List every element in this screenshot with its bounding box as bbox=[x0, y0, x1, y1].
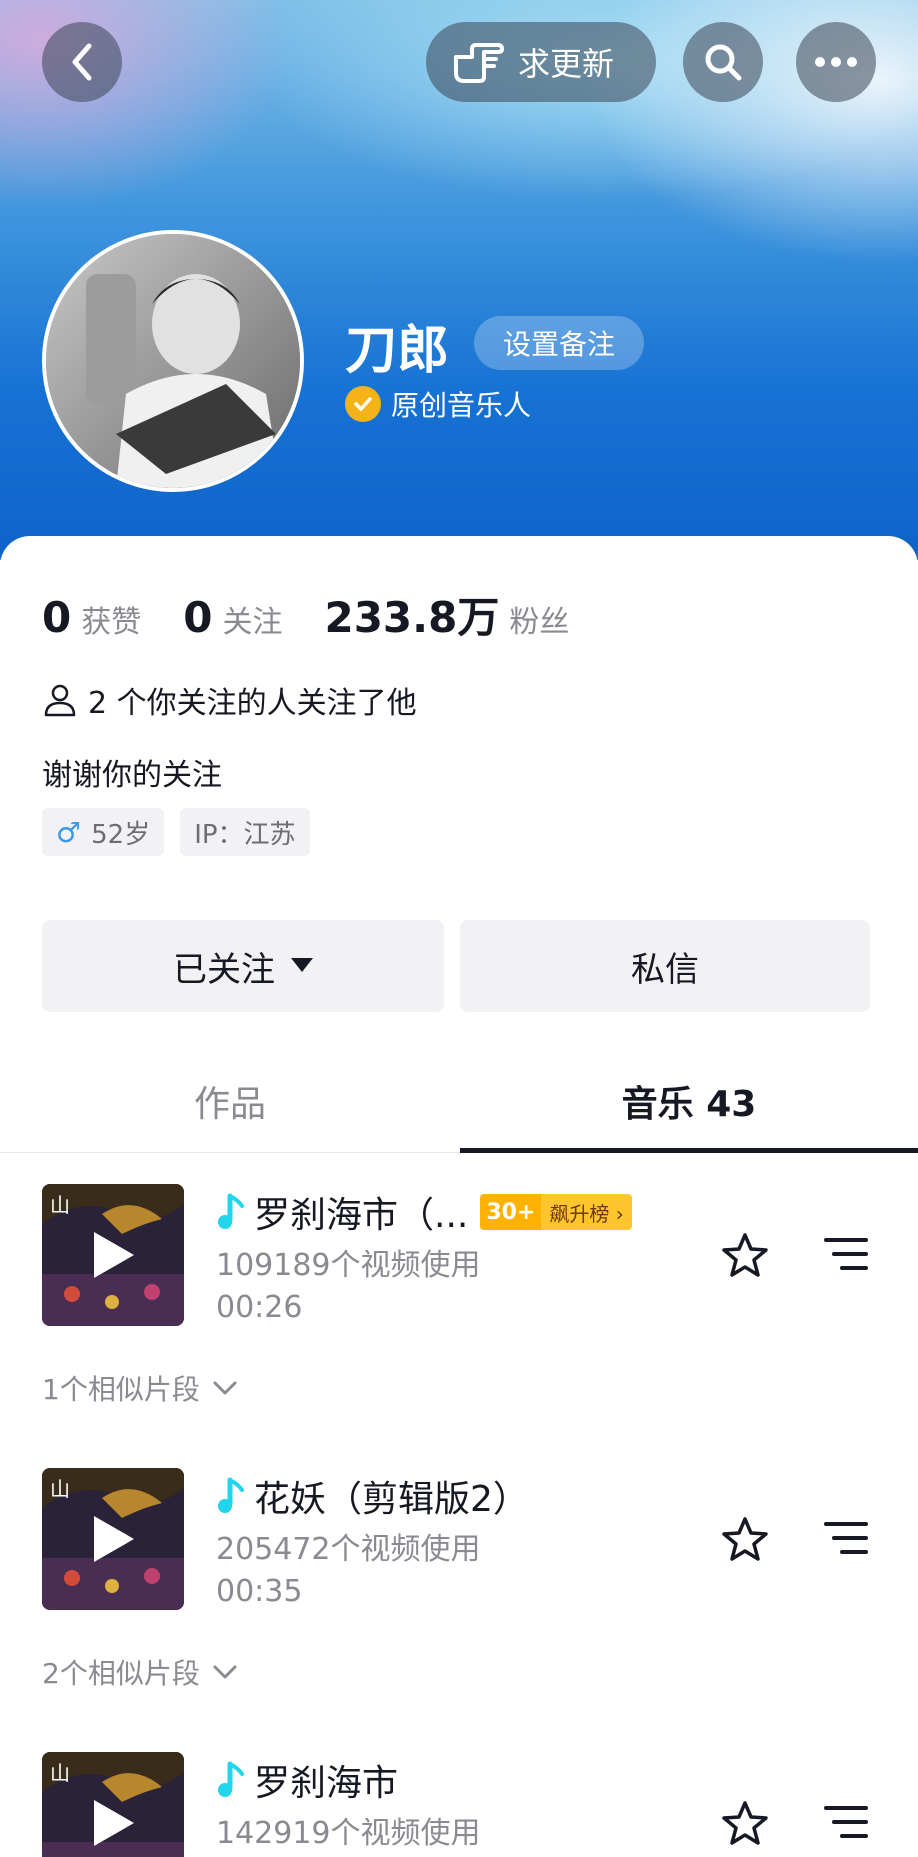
following-count[interactable]: 0 bbox=[183, 593, 212, 642]
tab-active-indicator bbox=[460, 1148, 918, 1153]
likes-label: 获赞 bbox=[81, 605, 142, 640]
song-usage: 109189个视频使用 bbox=[216, 1248, 481, 1283]
music-note-icon bbox=[218, 1477, 244, 1513]
badge-text: 飙升榜 › bbox=[549, 1201, 624, 1226]
search-icon bbox=[705, 44, 742, 81]
song-title: 花妖（剪辑版2） bbox=[254, 1479, 529, 1520]
song-usage: 205472个视频使用 bbox=[216, 1532, 481, 1567]
music-note-icon bbox=[218, 1193, 244, 1229]
cover-lettering: 山 bbox=[50, 1193, 70, 1217]
more-button[interactable] bbox=[796, 22, 876, 102]
similar-clips-toggle[interactable]: 1个相似片段 bbox=[42, 1368, 238, 1408]
person-icon bbox=[44, 684, 76, 717]
verified-check-icon bbox=[345, 386, 381, 422]
tab-music[interactable]: 音乐 43 bbox=[460, 1058, 918, 1144]
fans-count[interactable]: 233.8万 bbox=[324, 584, 499, 645]
fans-label[interactable]: 粉丝 bbox=[509, 597, 569, 641]
song-title: 罗刹海市 bbox=[254, 1763, 399, 1804]
age-label: 52岁 bbox=[91, 819, 151, 850]
music-note-icon bbox=[218, 1761, 244, 1797]
chevron-down-icon bbox=[213, 1381, 237, 1395]
tab-works[interactable]: 作品 bbox=[0, 1058, 460, 1144]
song-title-row: 罗刹海市（... 30+ 飙升榜 › bbox=[216, 1186, 632, 1238]
profile-name: 刀郎 bbox=[345, 321, 450, 381]
song-title-row: 罗刹海市 bbox=[216, 1754, 398, 1806]
playlist-menu-icon[interactable] bbox=[822, 1234, 870, 1274]
set-remark-button[interactable]: 设置备注 bbox=[474, 316, 644, 370]
tags-row: ♂ 52岁 IP：江苏 bbox=[42, 808, 326, 856]
request-update-label: 求更新 bbox=[518, 45, 615, 83]
song-duration: 00:35 bbox=[216, 1574, 303, 1609]
chevron-left-icon bbox=[72, 43, 92, 81]
song-title: 罗刹海市（... bbox=[254, 1195, 469, 1236]
badge-rank: 30+ bbox=[480, 1194, 542, 1230]
cover-lettering: 山 bbox=[50, 1477, 70, 1501]
song-usage: 142919个视频使用 bbox=[216, 1816, 481, 1851]
mutual-follow-text: 2 个你关注的人关注了他 bbox=[88, 686, 417, 721]
ip-tag: IP：江苏 bbox=[180, 808, 310, 856]
avatar[interactable] bbox=[42, 230, 304, 492]
back-button[interactable] bbox=[42, 22, 122, 102]
message-label: 私信 bbox=[631, 949, 699, 990]
chevron-down-icon bbox=[213, 1665, 237, 1679]
song-cover[interactable]: 山 bbox=[42, 1752, 184, 1857]
song-cover[interactable]: 山 bbox=[42, 1184, 184, 1326]
playlist-menu-icon[interactable] bbox=[822, 1802, 870, 1842]
similar-clips-label: 2个相似片段 bbox=[42, 1657, 200, 1690]
favorite-star-icon[interactable] bbox=[722, 1232, 768, 1278]
verification-row: 原创音乐人 bbox=[345, 384, 531, 424]
message-button[interactable]: 私信 bbox=[460, 920, 870, 1012]
profile-header: 求更新 刀郎 设置备注 原创音乐人 bbox=[0, 0, 918, 560]
mutual-follow-row[interactable]: 2 个你关注的人关注了他 bbox=[42, 678, 417, 722]
followed-button[interactable]: 已关注 bbox=[42, 920, 444, 1012]
rising-chart-badge[interactable]: 30+ 飙升榜 › bbox=[480, 1194, 632, 1230]
search-button[interactable] bbox=[683, 22, 763, 102]
song-item[interactable]: 山 罗刹海市 142919个视频使用 bbox=[0, 1752, 918, 1857]
verification-label: 原创音乐人 bbox=[391, 389, 532, 422]
male-icon: ♂ bbox=[56, 815, 82, 849]
profile-card: 0 获赞 0 关注 233.8万 粉丝 2 个你关注的人关注了他 谢谢你的关注 … bbox=[0, 536, 918, 1857]
favorite-star-icon[interactable] bbox=[722, 1516, 768, 1562]
avatar-photo-icon bbox=[46, 234, 300, 488]
caret-down-icon bbox=[291, 958, 313, 972]
song-item[interactable]: 山 花妖（剪辑版2） 205472个视频使用 00:35 2个相似片段 bbox=[0, 1468, 918, 1728]
tab-works-label: 作品 bbox=[193, 1084, 266, 1125]
age-tag: ♂ 52岁 bbox=[42, 808, 165, 856]
similar-clips-label: 1个相似片段 bbox=[42, 1373, 200, 1406]
request-update-button[interactable]: 求更新 bbox=[426, 22, 656, 102]
song-cover[interactable]: 山 bbox=[42, 1468, 184, 1610]
playlist-menu-icon[interactable] bbox=[822, 1518, 870, 1558]
following-label[interactable]: 关注 bbox=[222, 597, 282, 641]
tab-music-label: 音乐 43 bbox=[621, 1084, 757, 1125]
song-item[interactable]: 山 罗刹海市（... 30+ 飙升榜 › 109189个视频使用 00:26 1… bbox=[0, 1184, 918, 1444]
song-title-row: 花妖（剪辑版2） bbox=[216, 1470, 529, 1522]
similar-clips-toggle[interactable]: 2个相似片段 bbox=[42, 1652, 238, 1692]
likes-count: 0 bbox=[42, 593, 72, 642]
bio: 谢谢你的关注 bbox=[42, 758, 222, 793]
stats-row: 0 获赞 0 关注 233.8万 粉丝 bbox=[42, 584, 611, 645]
song-duration: 00:26 bbox=[216, 1290, 303, 1325]
more-dots-icon bbox=[815, 57, 857, 67]
followed-label: 已关注 bbox=[173, 949, 275, 990]
cover-lettering: 山 bbox=[50, 1761, 70, 1785]
hand-point-icon bbox=[454, 43, 504, 83]
favorite-star-icon[interactable] bbox=[722, 1800, 768, 1846]
ip-label: IP：江苏 bbox=[194, 819, 296, 850]
